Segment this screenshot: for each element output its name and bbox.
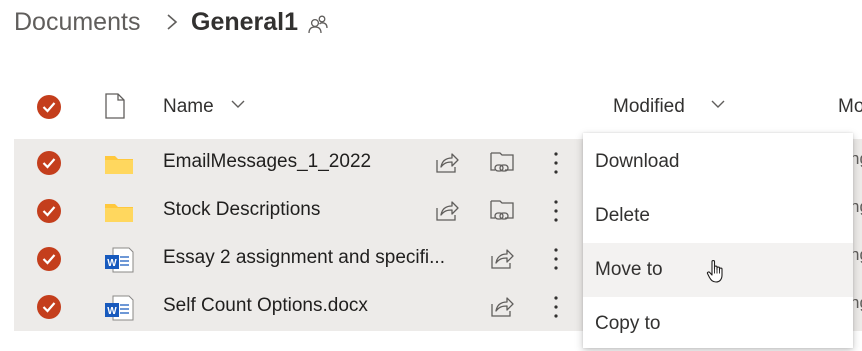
svg-text:W: W [107, 258, 117, 269]
menu-item-delete[interactable]: Delete [583, 189, 853, 243]
column-header-modified[interactable]: Modified [613, 96, 685, 118]
file-name[interactable]: Self Count Options.docx [163, 295, 368, 317]
chevron-down-icon[interactable] [230, 98, 246, 110]
menu-item-label: Delete [595, 205, 650, 226]
file-name[interactable]: Essay 2 assignment and specifi... [163, 247, 445, 269]
menu-item-download[interactable]: Download [583, 135, 853, 189]
file-type-icon [105, 93, 125, 119]
more-options-icon[interactable] [549, 197, 563, 225]
folder-icon [105, 204, 133, 222]
menu-item-label: Move to [595, 259, 663, 280]
chevron-right-icon [167, 14, 178, 30]
word-document-icon: W [105, 295, 134, 321]
share-icon[interactable] [489, 246, 515, 272]
word-document-icon: W [105, 247, 134, 273]
more-options-icon[interactable] [549, 245, 563, 273]
check-icon [42, 158, 56, 169]
folder-icon [105, 156, 133, 174]
chevron-down-icon[interactable] [710, 98, 726, 110]
check-icon [42, 302, 56, 313]
row-checkbox[interactable] [37, 295, 61, 319]
context-menu: Download Delete Move to Copy to [583, 133, 853, 348]
row-checkbox[interactable] [37, 151, 61, 175]
menu-item-label: Download [595, 151, 680, 172]
breadcrumb-current[interactable]: General1 [191, 8, 298, 37]
share-icon[interactable] [489, 294, 515, 320]
share-icon[interactable] [434, 150, 460, 176]
more-options-icon[interactable] [549, 149, 563, 177]
check-icon [42, 206, 56, 217]
check-icon [37, 95, 61, 119]
menu-item-copy-to[interactable]: Copy to [583, 297, 853, 351]
row-checkbox[interactable] [37, 247, 61, 271]
people-icon[interactable] [307, 12, 329, 34]
file-name[interactable]: EmailMessages_1_2022 [163, 151, 371, 173]
row-checkbox[interactable] [37, 199, 61, 223]
file-name[interactable]: Stock Descriptions [163, 199, 320, 221]
column-header-modified-by[interactable]: Mo [838, 96, 862, 118]
check-icon [42, 254, 56, 265]
menu-item-label: Copy to [595, 313, 661, 334]
hand-cursor-icon [706, 260, 723, 283]
column-header-name[interactable]: Name [163, 96, 214, 118]
more-options-icon[interactable] [549, 293, 563, 321]
share-icon[interactable] [434, 198, 460, 224]
svg-text:W: W [107, 306, 117, 317]
select-all-checkbox[interactable] [37, 95, 61, 119]
copy-link-icon[interactable] [488, 150, 516, 176]
breadcrumb-root[interactable]: Documents [14, 8, 140, 37]
copy-link-icon[interactable] [488, 198, 516, 224]
